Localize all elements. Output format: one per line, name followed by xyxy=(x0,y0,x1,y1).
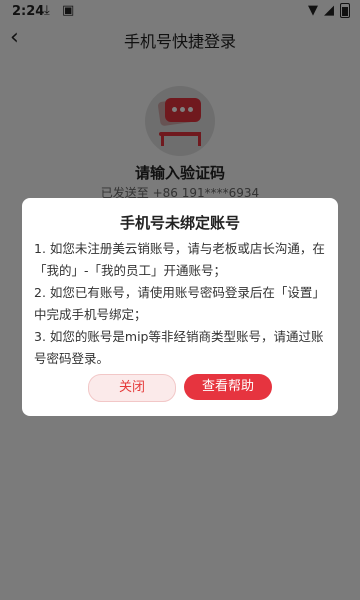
close-button[interactable]: 关闭 xyxy=(88,374,176,402)
dialog-body: 1. 如您未注册美云销账号，请与老板或店长沟通，在「我的」-「我的员工」开通账号… xyxy=(34,238,326,370)
dialog-title: 手机号未绑定账号 xyxy=(119,214,240,232)
unbound-account-dialog: 手机号未绑定账号 1. 如您未注册美云销账号，请与老板或店长沟通，在「我的」-「… xyxy=(22,198,338,416)
view-help-button[interactable]: 查看帮助 xyxy=(184,374,272,400)
dialog-line: 3. 如您的账号是mip等非经销商类型账号，请通过账号密码登录。 xyxy=(34,329,324,366)
dialog-line: 1. 如您未注册美云销账号，请与老板或店长沟通，在「我的」-「我的员工」开通账号… xyxy=(34,241,325,278)
dialog-line: 2. 如您已有账号，请使用账号密码登录后在「设置」中完成手机号绑定； xyxy=(34,285,325,322)
